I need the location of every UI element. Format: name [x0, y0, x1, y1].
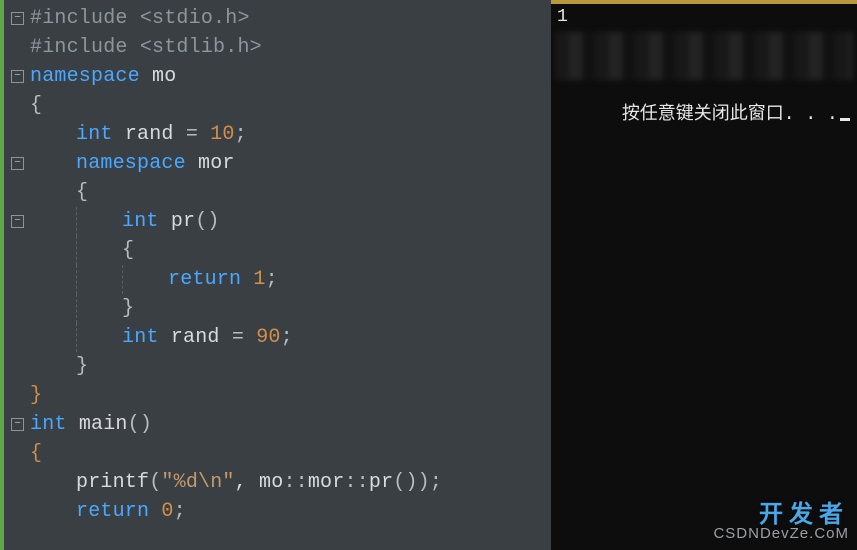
indent-guide: [30, 294, 76, 323]
indent-guide: [30, 236, 76, 265]
editor-code-area[interactable]: #include <stdio.h>#include <stdlib.h>nam…: [28, 0, 551, 550]
fold-toggle-icon[interactable]: [11, 12, 24, 25]
code-token: }: [122, 297, 134, 320]
console-cursor: [840, 118, 850, 121]
code-line[interactable]: #include <stdio.h>: [30, 4, 551, 33]
code-token: =: [186, 123, 210, 146]
code-token: "%d\n": [161, 471, 234, 494]
code-line[interactable]: int rand = 10;: [30, 120, 551, 149]
code-token: rand: [125, 123, 186, 146]
code-token: mor: [308, 471, 345, 494]
code-token: pr: [171, 210, 195, 233]
app-root: #include <stdio.h>#include <stdlib.h>nam…: [0, 0, 857, 550]
code-token: ()): [393, 471, 430, 494]
code-token: namespace: [30, 65, 152, 88]
indent-guide: [76, 294, 122, 323]
code-token: ::: [344, 471, 368, 494]
code-line[interactable]: return 0;: [30, 497, 551, 526]
console-prompt-text: 按任意键关闭此窗口. . .: [622, 105, 838, 125]
code-token: , mo: [235, 471, 284, 494]
code-token: 1: [253, 268, 265, 291]
code-line[interactable]: printf("%d\n", mo::mor::pr());: [30, 468, 551, 497]
code-token: ::: [283, 471, 307, 494]
indent-guide: [76, 207, 122, 236]
code-line[interactable]: {: [30, 178, 551, 207]
indent-guide: [30, 207, 76, 236]
indent-guide: [30, 323, 76, 352]
code-token: {: [30, 442, 42, 465]
code-token: ;: [235, 123, 247, 146]
code-token: 0: [161, 500, 173, 523]
code-token: #include: [30, 36, 140, 59]
code-editor[interactable]: #include <stdio.h>#include <stdlib.h>nam…: [0, 0, 551, 550]
code-line[interactable]: #include <stdlib.h>: [30, 33, 551, 62]
console-output-line: 1: [551, 4, 857, 28]
code-line[interactable]: namespace mo: [30, 62, 551, 91]
indent-guide: [30, 149, 76, 178]
code-token: =: [232, 326, 256, 349]
code-token: mor: [198, 152, 235, 175]
code-token: main: [79, 413, 128, 436]
code-token: 10: [210, 123, 234, 146]
code-line[interactable]: }: [30, 294, 551, 323]
indent-guide: [30, 468, 76, 497]
code-token: int: [122, 210, 171, 233]
code-token: {: [30, 94, 42, 117]
indent-guide: [30, 497, 76, 526]
console-panel[interactable]: 1 按任意键关闭此窗口. . .: [551, 0, 857, 550]
code-token: 90: [256, 326, 280, 349]
code-token: (): [128, 413, 152, 436]
code-token: printf: [76, 471, 149, 494]
code-token: }: [76, 355, 88, 378]
code-line[interactable]: {: [30, 236, 551, 265]
code-line[interactable]: {: [30, 91, 551, 120]
fold-toggle-icon[interactable]: [11, 418, 24, 431]
code-line[interactable]: }: [30, 352, 551, 381]
code-token: mo: [152, 65, 176, 88]
code-token: rand: [171, 326, 232, 349]
code-token: (: [149, 471, 161, 494]
code-token: pr: [369, 471, 393, 494]
code-line[interactable]: int main(): [30, 410, 551, 439]
code-token: int: [122, 326, 171, 349]
code-token: return: [76, 500, 161, 523]
code-token: {: [76, 181, 88, 204]
code-token: (): [195, 210, 219, 233]
fold-toggle-icon[interactable]: [11, 215, 24, 228]
code-token: ;: [281, 326, 293, 349]
fold-toggle-icon[interactable]: [11, 157, 24, 170]
indent-guide: [76, 265, 122, 294]
code-token: #include: [30, 7, 140, 30]
code-line[interactable]: namespace mor: [30, 149, 551, 178]
indent-guide: [30, 352, 76, 381]
fold-toggle-icon[interactable]: [11, 70, 24, 83]
code-token: int: [30, 413, 79, 436]
code-line[interactable]: int pr(): [30, 207, 551, 236]
indent-guide: [30, 120, 76, 149]
code-token: return: [168, 268, 253, 291]
code-token: ;: [430, 471, 442, 494]
code-token: ;: [266, 268, 278, 291]
code-token: <stdlib.h>: [140, 36, 262, 59]
indent-guide: [76, 323, 122, 352]
code-token: int: [76, 123, 125, 146]
editor-gutter[interactable]: [0, 0, 28, 550]
code-line[interactable]: int rand = 90;: [30, 323, 551, 352]
code-token: ;: [174, 500, 186, 523]
indent-guide: [122, 265, 168, 294]
console-redacted-region: [555, 32, 853, 80]
code-token: <stdio.h>: [140, 7, 250, 30]
code-line[interactable]: {: [30, 439, 551, 468]
indent-guide: [76, 236, 122, 265]
code-token: }: [30, 384, 42, 407]
indent-guide: [30, 265, 76, 294]
console-prompt-line: 按任意键关闭此窗口. . .: [551, 80, 857, 148]
indent-guide: [30, 178, 76, 207]
code-line[interactable]: return 1;: [30, 265, 551, 294]
code-line[interactable]: }: [30, 381, 551, 410]
code-token: namespace: [76, 152, 198, 175]
code-token: {: [122, 239, 134, 262]
